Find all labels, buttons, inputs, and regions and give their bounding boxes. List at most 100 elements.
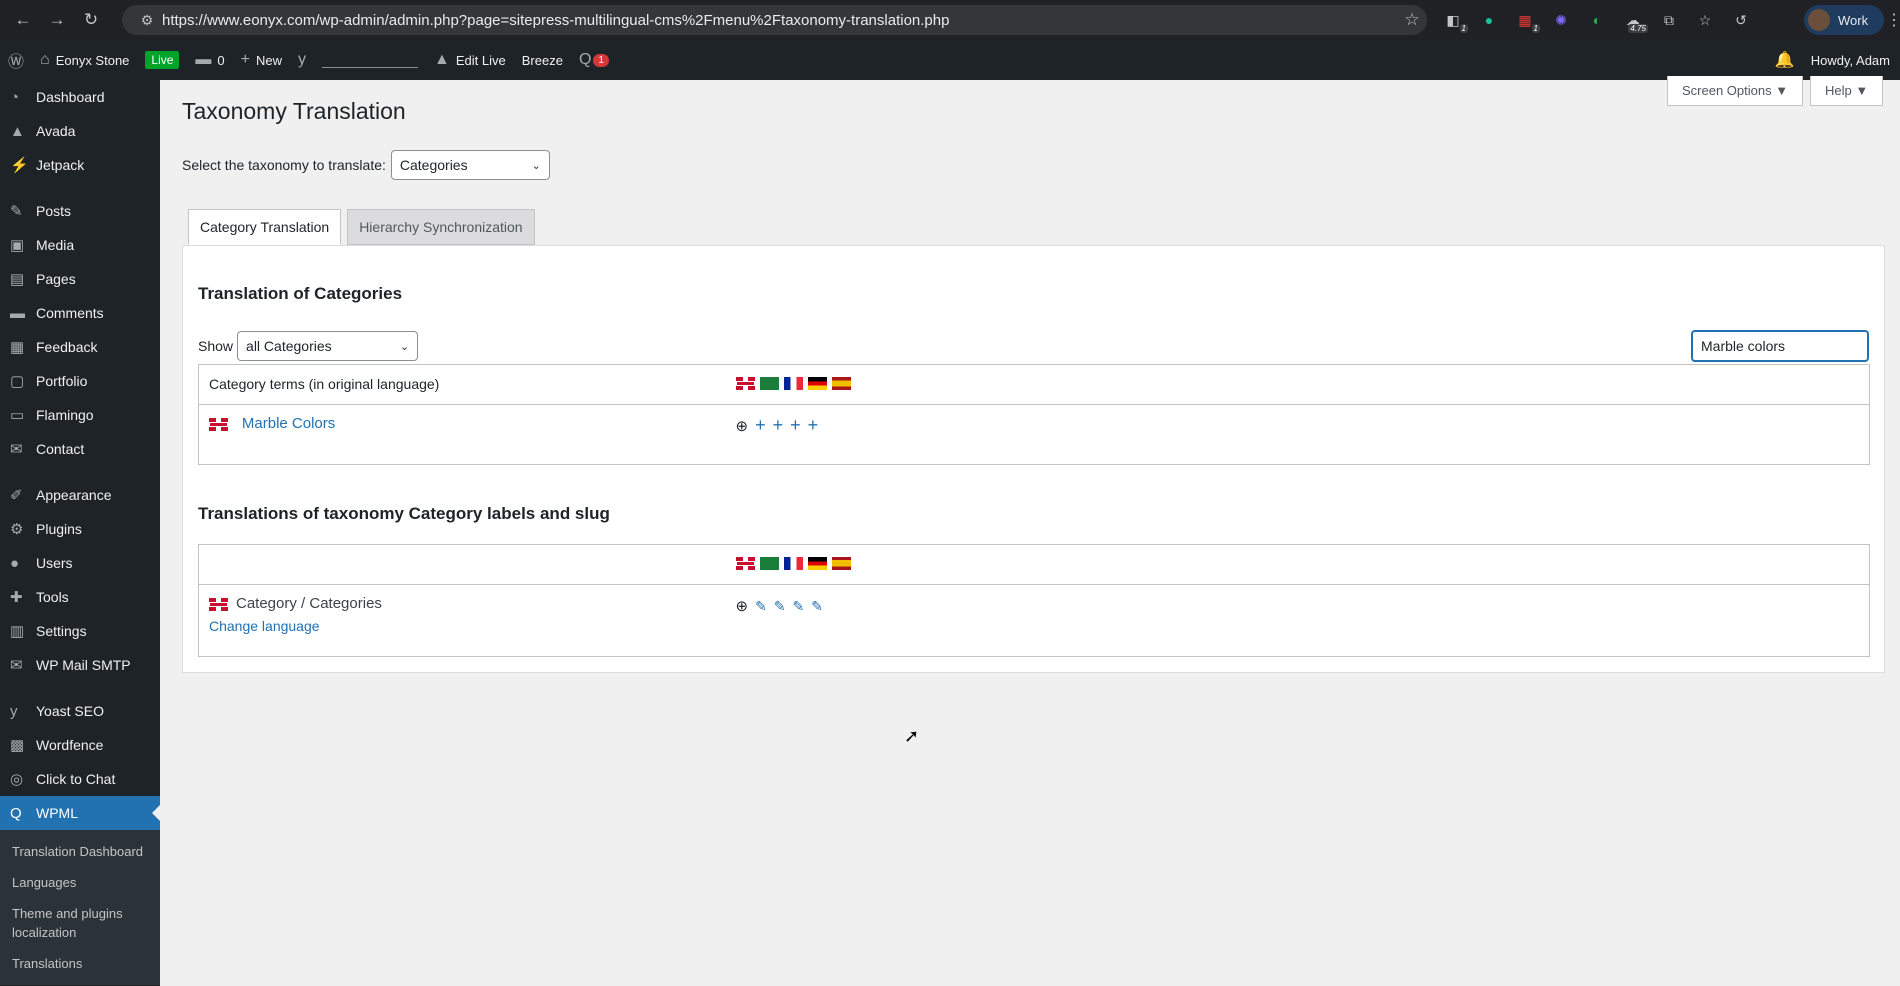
submenu-translation-dashboard[interactable]: Translation Dashboard bbox=[0, 836, 160, 867]
pencil-icon[interactable]: ✎ bbox=[755, 598, 767, 615]
sidebar-item-flamingo[interactable]: ▭ Flamingo bbox=[0, 398, 160, 432]
add-translation-icon[interactable]: + bbox=[755, 415, 766, 436]
browser-menu-icon[interactable]: ⋮ bbox=[1886, 10, 1900, 30]
sidebar-item-yoast-seo[interactable]: y Yoast SEO bbox=[0, 694, 160, 728]
table-row: Category / Categories Change language ⊕ … bbox=[199, 585, 1870, 657]
submenu-theme-plugins-localization[interactable]: Theme and plugins localization bbox=[0, 898, 160, 948]
puzzle-icon[interactable]: ⧉ bbox=[1656, 7, 1682, 33]
change-language-link[interactable]: Change language bbox=[209, 618, 320, 634]
extension-icon[interactable]: ☁ 4.75 bbox=[1620, 7, 1648, 33]
extension-icon[interactable]: ◧ 1 bbox=[1440, 7, 1468, 33]
comments-link[interactable]: ▬ 0 bbox=[187, 40, 232, 80]
bookmarks-icon[interactable]: ☆ bbox=[1692, 7, 1718, 33]
site-info-icon[interactable]: ⚙ bbox=[132, 12, 162, 29]
tab-hierarchy-synchronization[interactable]: Hierarchy Synchronization bbox=[347, 209, 535, 245]
settings-icon: ▥ bbox=[10, 623, 25, 640]
sidebar-item-feedback[interactable]: ▦ Feedback bbox=[0, 330, 160, 364]
sidebar-item-media[interactable]: ▣ Media bbox=[0, 228, 160, 262]
extension-icon[interactable]: ✺ bbox=[1548, 7, 1574, 33]
sidebar-item-comments[interactable]: ▬ Comments bbox=[0, 296, 160, 330]
sidebar-item-label: Flamingo bbox=[36, 407, 94, 423]
ext-badge: 1 bbox=[1531, 24, 1540, 33]
sidebar-item-click-to-chat[interactable]: ◎ Click to Chat bbox=[0, 762, 160, 796]
show-select[interactable]: all Categories ⌄ bbox=[237, 331, 419, 361]
pencil-icon[interactable]: ✎ bbox=[774, 598, 786, 615]
yoast-icon: y bbox=[10, 702, 18, 720]
bookmark-star-icon[interactable]: ☆ bbox=[1397, 10, 1427, 30]
sidebar-item-users[interactable]: ● Users bbox=[0, 546, 160, 580]
sidebar-item-label: Plugins bbox=[36, 521, 82, 537]
tab-bar: Category Translation Hierarchy Synchroni… bbox=[188, 209, 535, 245]
media-icon: ▣ bbox=[10, 237, 25, 254]
forward-icon[interactable]: → bbox=[44, 7, 70, 33]
term-cell: Marble Colors bbox=[199, 405, 736, 465]
sidebar-item-avada[interactable]: ▲ Avada bbox=[0, 114, 160, 148]
search-input[interactable]: Marble colors bbox=[1691, 330, 1869, 362]
sidebar-item-label: Yoast SEO bbox=[36, 703, 104, 719]
sidebar-item-contact[interactable]: ✉ Contact bbox=[0, 432, 160, 466]
add-translation-icon[interactable]: + bbox=[790, 415, 801, 436]
label-cell: Category / Categories Change language bbox=[199, 585, 736, 657]
breeze-link[interactable]: Breeze bbox=[514, 40, 571, 80]
stats-sparkline[interactable] bbox=[314, 40, 426, 80]
screen-options-button[interactable]: Screen Options ▼ bbox=[1667, 76, 1804, 106]
submenu-languages[interactable]: Languages bbox=[0, 867, 160, 898]
globe-icon[interactable]: ⊕ bbox=[736, 417, 749, 435]
section-title-translation: Translation of Categories bbox=[198, 284, 403, 303]
sidebar-item-dashboard[interactable]: ◔ Dashboard bbox=[0, 80, 160, 114]
mouse-cursor-icon: ➚ bbox=[904, 726, 920, 746]
mail-icon: ✉ bbox=[10, 441, 23, 458]
wrench-icon: ✚ bbox=[10, 589, 23, 606]
sidebar-item-wp-mail-smtp[interactable]: ✉ WP Mail SMTP bbox=[0, 648, 160, 682]
profile-label: Work bbox=[1838, 12, 1869, 28]
sidebar-item-posts[interactable]: ✎ Posts bbox=[0, 194, 160, 228]
sidebar-item-tools[interactable]: ✚ Tools bbox=[0, 580, 160, 614]
sidebar-item-jetpack[interactable]: ⚡ Jetpack bbox=[0, 148, 160, 182]
wpml-adminbar-link[interactable]: Q1 bbox=[571, 40, 617, 80]
history-icon[interactable]: ↺ bbox=[1728, 7, 1754, 33]
globe-icon[interactable]: ⊕ bbox=[736, 597, 749, 615]
sidebar-item-portfolio[interactable]: ▢ Portfolio bbox=[0, 364, 160, 398]
grammarly-icon[interactable]: ● bbox=[1476, 7, 1502, 33]
sidebar-item-plugins[interactable]: ⚙ Plugins bbox=[0, 512, 160, 546]
pencil-icon[interactable]: ✎ bbox=[793, 598, 805, 615]
help-button[interactable]: Help ▼ bbox=[1810, 76, 1884, 106]
sidebar-item-settings[interactable]: ▥ Settings bbox=[0, 614, 160, 648]
calendar-extension-icon[interactable]: ▦ 1 bbox=[1512, 7, 1540, 33]
sidebar-item-label: Portfolio bbox=[36, 373, 88, 389]
url-text[interactable]: https://www.eonyx.com/wp-admin/admin.php… bbox=[162, 12, 1397, 29]
reload-icon[interactable]: ↻ bbox=[78, 7, 104, 33]
howdy-link[interactable]: Howdy, Adam bbox=[1811, 53, 1890, 68]
add-translation-icon[interactable]: + bbox=[808, 415, 819, 436]
bell-icon[interactable]: 🔔 bbox=[1775, 50, 1795, 70]
germany-flag-icon bbox=[807, 377, 827, 390]
address-bar[interactable]: ⚙ https://www.eonyx.com/wp-admin/admin.p… bbox=[122, 5, 1427, 35]
feedback-icon: ▦ bbox=[10, 339, 25, 356]
flags-header bbox=[735, 365, 1870, 405]
ext-badge: 1 bbox=[1459, 24, 1468, 33]
sidebar-item-wpml[interactable]: Q WPML bbox=[0, 796, 160, 830]
submenu-translations[interactable]: Translations bbox=[0, 948, 160, 979]
yoast-icon[interactable]: y bbox=[290, 40, 314, 80]
profile-button[interactable]: Work bbox=[1804, 5, 1884, 35]
sidebar-item-wordfence[interactable]: ▩ Wordfence bbox=[0, 728, 160, 762]
back-icon[interactable]: ← bbox=[10, 7, 36, 33]
sidebar-item-appearance[interactable]: ✐ Appearance bbox=[0, 478, 160, 512]
live-badge[interactable]: Live bbox=[137, 40, 187, 80]
taxonomy-select[interactable]: Categories ⌄ bbox=[390, 150, 550, 180]
tab-category-translation[interactable]: Category Translation bbox=[188, 209, 342, 245]
site-name-link[interactable]: ⌂ Eonyx Stone bbox=[32, 40, 137, 80]
extension-icon[interactable]: ◐ bbox=[1584, 7, 1610, 33]
add-translation-icon[interactable]: + bbox=[773, 415, 784, 436]
france-flag-icon bbox=[783, 377, 803, 390]
term-link[interactable]: Marble Colors bbox=[242, 415, 335, 432]
edit-live-link[interactable]: ▲ Edit Live bbox=[426, 40, 514, 80]
sidebar-item-label: Pages bbox=[36, 271, 76, 287]
new-content-link[interactable]: + New bbox=[233, 40, 290, 80]
sidebar-item-pages[interactable]: ▤ Pages bbox=[0, 262, 160, 296]
wordpress-logo-icon[interactable]: Ⓦ bbox=[0, 40, 32, 80]
pencil-icon[interactable]: ✎ bbox=[811, 598, 823, 615]
wp-admin-bar: Ⓦ ⌂ Eonyx Stone Live ▬ 0 + New y ▲ Edit Live… bbox=[0, 40, 1900, 80]
uk-flag-icon bbox=[735, 557, 755, 570]
user-icon: ● bbox=[10, 554, 20, 572]
